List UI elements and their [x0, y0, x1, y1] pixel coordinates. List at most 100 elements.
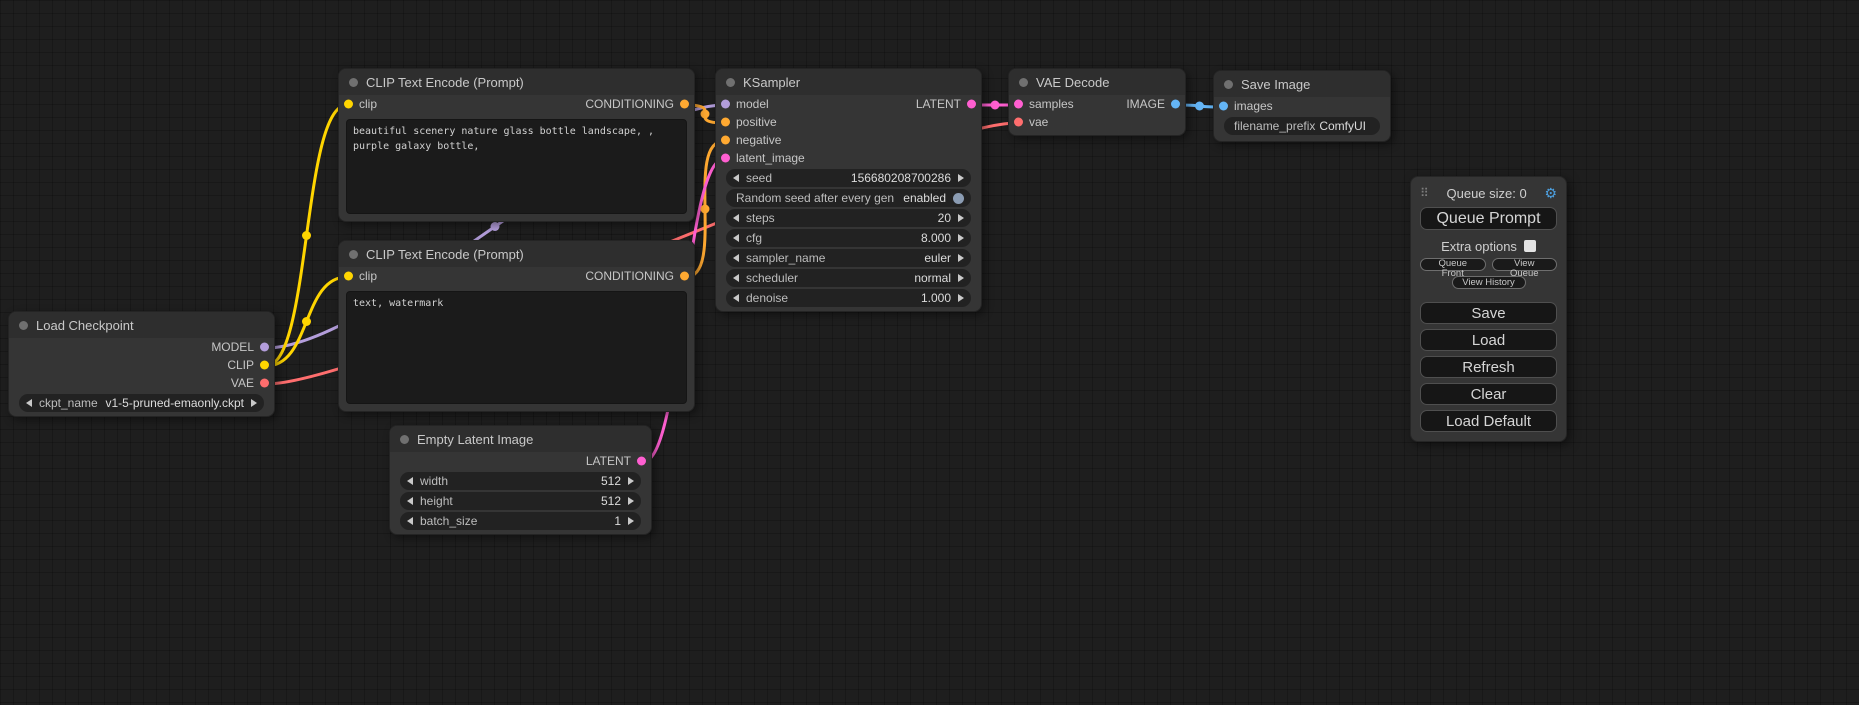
negative-input-label: negative	[736, 133, 781, 147]
widget-steps[interactable]: steps 20	[726, 209, 971, 227]
widget-denoise[interactable]: denoise 1.000	[726, 289, 971, 307]
widget-height[interactable]: height 512	[400, 492, 641, 510]
clip-input-port[interactable]	[344, 272, 353, 281]
decrement-arrow-icon[interactable]	[26, 399, 32, 407]
collapse-dot[interactable]	[726, 78, 735, 87]
samples-input-port[interactable]	[1014, 100, 1023, 109]
collapse-dot[interactable]	[400, 435, 409, 444]
widget-value: 156680208700286	[851, 171, 951, 185]
port-row: MODEL	[9, 338, 274, 356]
negative-input-port[interactable]	[721, 136, 730, 145]
collapse-dot[interactable]	[349, 250, 358, 259]
conditioning-output-port[interactable]	[680, 272, 689, 281]
increment-arrow-icon[interactable]	[628, 517, 634, 525]
node-empty-latent-image[interactable]: Empty Latent Image LATENT width 512 heig…	[389, 425, 652, 535]
widget-label: width	[420, 474, 448, 488]
vae-output-port[interactable]	[260, 379, 269, 388]
view-queue-button[interactable]: View Queue	[1492, 258, 1558, 271]
decrement-arrow-icon[interactable]	[407, 517, 413, 525]
node-load-checkpoint[interactable]: Load Checkpoint MODEL CLIP VAE ckpt_name…	[8, 311, 275, 417]
decrement-arrow-icon[interactable]	[407, 497, 413, 505]
model-input-port[interactable]	[721, 100, 730, 109]
images-input-port[interactable]	[1219, 102, 1228, 111]
widget-cfg[interactable]: cfg 8.000	[726, 229, 971, 247]
latent-output-port[interactable]	[967, 100, 976, 109]
decrement-arrow-icon[interactable]	[407, 477, 413, 485]
clear-button[interactable]: Clear	[1420, 383, 1557, 405]
decrement-arrow-icon[interactable]	[733, 234, 739, 242]
increment-arrow-icon[interactable]	[958, 254, 964, 262]
extra-options-checkbox[interactable]	[1524, 240, 1536, 252]
widget-label: batch_size	[420, 514, 477, 528]
widget-sampler-name[interactable]: sampler_name euler	[726, 249, 971, 267]
queue-front-button[interactable]: Queue Front	[1420, 258, 1486, 271]
widget-batch-size[interactable]: batch_size 1	[400, 512, 641, 530]
queue-prompt-button[interactable]: Queue Prompt	[1420, 207, 1557, 230]
node-title-bar[interactable]: Empty Latent Image	[390, 426, 651, 452]
collapse-dot[interactable]	[1224, 80, 1233, 89]
settings-gear-icon[interactable]: ⚙	[1544, 186, 1557, 200]
node-title: CLIP Text Encode (Prompt)	[366, 247, 524, 262]
vae-input-port[interactable]	[1014, 118, 1023, 127]
increment-arrow-icon[interactable]	[628, 497, 634, 505]
widget-random-seed-toggle[interactable]: Random seed after every gen enabled	[726, 189, 971, 207]
model-output-label: MODEL	[211, 340, 254, 354]
queue-panel: ⠿ Queue size: 0 ⚙ Queue Prompt Extra opt…	[1410, 176, 1567, 442]
node-clip-text-encode-negative[interactable]: CLIP Text Encode (Prompt) clip CONDITION…	[338, 240, 695, 412]
positive-prompt-textarea[interactable]: beautiful scenery nature glass bottle la…	[346, 119, 687, 214]
increment-arrow-icon[interactable]	[958, 174, 964, 182]
node-title-bar[interactable]: Save Image	[1214, 71, 1390, 97]
vae-output-label: VAE	[231, 376, 254, 390]
load-default-button[interactable]: Load Default	[1420, 410, 1557, 432]
decrement-arrow-icon[interactable]	[733, 274, 739, 282]
decrement-arrow-icon[interactable]	[733, 254, 739, 262]
widget-value: euler	[924, 251, 951, 265]
load-button[interactable]: Load	[1420, 329, 1557, 351]
increment-arrow-icon[interactable]	[251, 399, 257, 407]
node-title-bar[interactable]: KSampler	[716, 69, 981, 95]
widget-width[interactable]: width 512	[400, 472, 641, 490]
collapse-dot[interactable]	[1019, 78, 1028, 87]
increment-arrow-icon[interactable]	[958, 294, 964, 302]
widget-ckpt-name[interactable]: ckpt_name v1-5-pruned-emaonly.ckpt	[19, 394, 264, 412]
image-output-port[interactable]	[1171, 100, 1180, 109]
widget-value: enabled	[903, 191, 946, 205]
widget-scheduler[interactable]: scheduler normal	[726, 269, 971, 287]
negative-prompt-textarea[interactable]: text, watermark	[346, 291, 687, 404]
increment-arrow-icon[interactable]	[628, 477, 634, 485]
model-output-port[interactable]	[260, 343, 269, 352]
node-title-bar[interactable]: CLIP Text Encode (Prompt)	[339, 69, 694, 95]
node-title-bar[interactable]: VAE Decode	[1009, 69, 1185, 95]
increment-arrow-icon[interactable]	[958, 274, 964, 282]
positive-input-port[interactable]	[721, 118, 730, 127]
latent-image-input-port[interactable]	[721, 154, 730, 163]
node-canvas[interactable]: Load Checkpoint MODEL CLIP VAE ckpt_name…	[0, 0, 1859, 705]
decrement-arrow-icon[interactable]	[733, 174, 739, 182]
view-history-button[interactable]: View History	[1452, 276, 1526, 289]
collapse-dot[interactable]	[19, 321, 28, 330]
widget-filename-prefix[interactable]: filename_prefix ComfyUI	[1224, 117, 1380, 135]
images-input-label: images	[1234, 99, 1273, 113]
decrement-arrow-icon[interactable]	[733, 214, 739, 222]
decrement-arrow-icon[interactable]	[733, 294, 739, 302]
increment-arrow-icon[interactable]	[958, 234, 964, 242]
increment-arrow-icon[interactable]	[958, 214, 964, 222]
clip-output-port[interactable]	[260, 361, 269, 370]
node-title-bar[interactable]: Load Checkpoint	[9, 312, 274, 338]
clip-input-port[interactable]	[344, 100, 353, 109]
save-button[interactable]: Save	[1420, 302, 1557, 324]
toggle-dot[interactable]	[953, 193, 964, 204]
collapse-dot[interactable]	[349, 78, 358, 87]
node-clip-text-encode-positive[interactable]: CLIP Text Encode (Prompt) clip CONDITION…	[338, 68, 695, 222]
node-save-image[interactable]: Save Image images filename_prefix ComfyU…	[1213, 70, 1391, 142]
drag-handle-icon[interactable]: ⠿	[1420, 187, 1429, 199]
widget-value: ComfyUI	[1319, 119, 1366, 133]
node-ksampler[interactable]: KSampler model LATENT positive negative …	[715, 68, 982, 312]
widget-seed[interactable]: seed 156680208700286	[726, 169, 971, 187]
conditioning-output-port[interactable]	[680, 100, 689, 109]
latent-output-port[interactable]	[637, 457, 646, 466]
node-vae-decode[interactable]: VAE Decode samples IMAGE vae	[1008, 68, 1186, 136]
refresh-button[interactable]: Refresh	[1420, 356, 1557, 378]
node-title-bar[interactable]: CLIP Text Encode (Prompt)	[339, 241, 694, 267]
queue-buttons-row: Queue Front View Queue	[1420, 258, 1557, 271]
